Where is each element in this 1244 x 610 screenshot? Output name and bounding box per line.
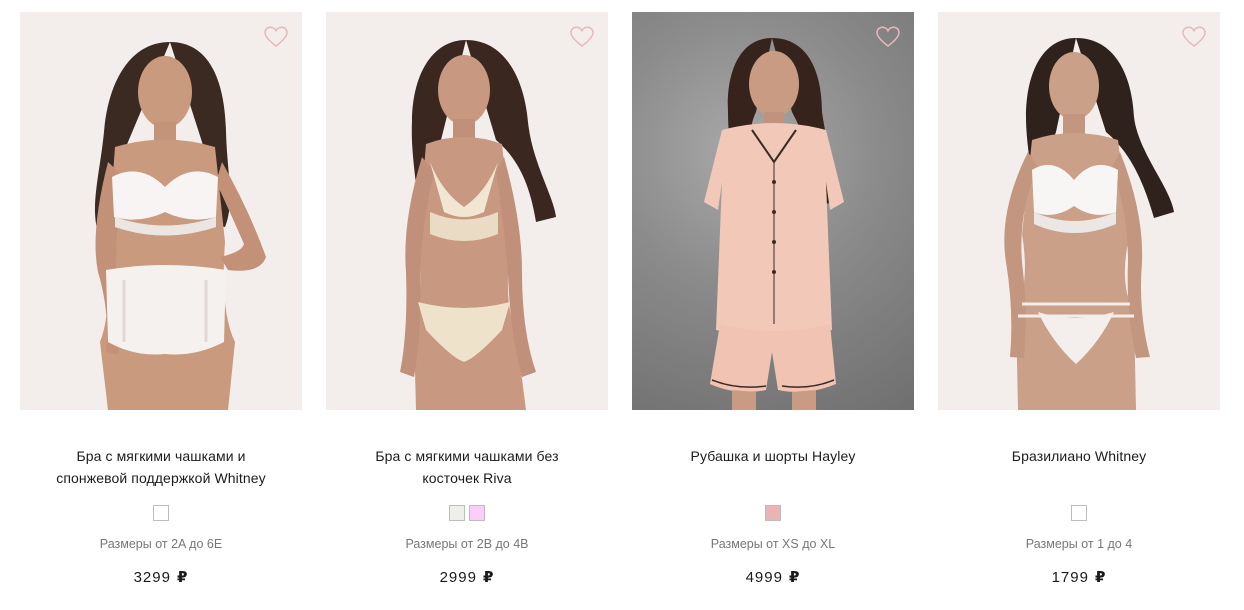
- product-title-line[interactable]: косточек Riva: [336, 467, 598, 489]
- product-title[interactable]: Бра с мягкими чашками и спонжевой поддер…: [30, 445, 292, 489]
- product-price: 3299 ₽: [20, 568, 302, 586]
- product-title[interactable]: Рубашка и шорты Hayley: [642, 445, 904, 467]
- product-title[interactable]: Бразилиано Whitney: [948, 445, 1210, 467]
- product-title-line[interactable]: Рубашка и шорты Hayley: [642, 445, 904, 467]
- heart-outline-icon: [570, 26, 594, 47]
- product-title[interactable]: Бра с мягкими чашками без косточек Riva: [336, 445, 598, 489]
- currency-symbol: ₽: [482, 569, 495, 586]
- product-card[interactable]: Бра с мягкими чашками и спонжевой поддер…: [20, 12, 302, 610]
- product-grid: Бра с мягкими чашками и спонжевой поддер…: [20, 12, 1220, 610]
- product-card[interactable]: Бра с мягкими чашками без косточек Riva …: [326, 12, 608, 610]
- product-photo[interactable]: [20, 12, 302, 410]
- wishlist-button[interactable]: [1182, 26, 1206, 48]
- size-range: Размеры от 2B до 4B: [405, 537, 529, 551]
- color-swatch[interactable]: [1071, 505, 1087, 521]
- product-title-line[interactable]: спонжевой поддержкой Whitney: [30, 467, 292, 489]
- product-photo[interactable]: [632, 12, 914, 410]
- color-swatches: [20, 505, 302, 521]
- product-price: 2999 ₽: [326, 568, 608, 586]
- product-price: 4999 ₽: [632, 568, 914, 586]
- color-swatch[interactable]: [469, 505, 485, 521]
- currency-symbol: ₽: [176, 569, 189, 586]
- color-swatch[interactable]: [449, 505, 465, 521]
- price-value: 2999: [439, 569, 477, 586]
- color-swatches: [632, 505, 914, 521]
- product-photo[interactable]: [326, 12, 608, 410]
- model-photo-white-lace-bra-brazilian: [1004, 38, 1174, 410]
- product-photo[interactable]: [938, 12, 1220, 410]
- size-range: Размеры от 1 до 4: [1025, 537, 1133, 551]
- heart-outline-icon: [1182, 26, 1206, 47]
- product-card[interactable]: Бразилиано Whitney Размеры от 1 до 4 179…: [938, 12, 1220, 610]
- price-value: 3299: [133, 569, 171, 586]
- color-swatches: [938, 505, 1220, 521]
- model-photo-white-lace-set: [94, 42, 266, 410]
- size-range: Размеры от XS до XL: [710, 537, 836, 551]
- product-card[interactable]: Рубашка и шорты Hayley Размеры от XS до …: [632, 12, 914, 610]
- model-photo-peach-satin-pajama: [704, 38, 844, 410]
- product-title-line[interactable]: Бразилиано Whitney: [948, 445, 1210, 467]
- color-swatch[interactable]: [765, 505, 781, 521]
- wishlist-button[interactable]: [264, 26, 288, 48]
- color-swatch[interactable]: [153, 505, 169, 521]
- wishlist-button[interactable]: [570, 26, 594, 48]
- currency-symbol: ₽: [788, 569, 801, 586]
- product-title-line[interactable]: Бра с мягкими чашками без: [336, 445, 598, 467]
- model-photo-cream-lace-set: [400, 40, 556, 410]
- size-range: Размеры от 2A до 6E: [99, 537, 223, 551]
- product-title-line[interactable]: Бра с мягкими чашками и: [30, 445, 292, 467]
- wishlist-button[interactable]: [876, 26, 900, 48]
- price-value: 1799: [1051, 569, 1089, 586]
- product-price: 1799 ₽: [938, 568, 1220, 586]
- price-value: 4999: [745, 569, 783, 586]
- currency-symbol: ₽: [1094, 569, 1107, 586]
- heart-outline-icon: [264, 26, 288, 47]
- color-swatches: [326, 505, 608, 521]
- heart-outline-icon: [876, 26, 900, 47]
